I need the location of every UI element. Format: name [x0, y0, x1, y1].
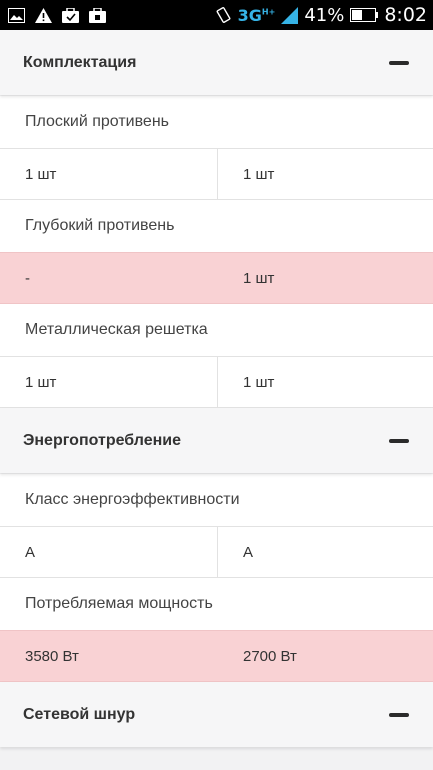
value-right: 1 шт [217, 149, 433, 199]
section-header-komplektaciya[interactable]: Комплектация [0, 30, 433, 95]
clock: 8:02 [384, 4, 427, 26]
battery-icon [350, 7, 379, 24]
section-header-energopotreblenie[interactable]: Энергопотребление [0, 408, 433, 473]
value-left: 1 шт [25, 165, 57, 183]
signal-icon [281, 6, 299, 24]
value-right: 2700 Вт [243, 647, 297, 665]
value-right: 1 шт [217, 357, 433, 407]
compare-row-different: - 1 шт [0, 252, 433, 304]
section-title: Сетевой шнур [23, 705, 136, 723]
battery-percent: 41% [304, 4, 345, 26]
compare-row: A A [0, 526, 433, 578]
collapse-icon[interactable] [389, 431, 409, 451]
warning-icon [35, 7, 52, 24]
param-label: Класс энергоэффективности [0, 474, 433, 526]
value-left: 3580 Вт [25, 647, 79, 665]
briefcase-icon [62, 7, 79, 24]
param-label: Металлическая решетка [0, 304, 433, 356]
param-label: Плоский противень [0, 96, 433, 148]
value-left: A [25, 543, 36, 561]
compare-row-different: 3580 Вт 2700 Вт [0, 630, 433, 682]
status-bar: 3GH+ 41% 8:02 [0, 0, 433, 30]
section-title: Энергопотребление [23, 431, 182, 449]
value-left: 1 шт [25, 373, 57, 391]
vibrate-icon [215, 7, 232, 24]
value-right: A [217, 527, 433, 577]
collapse-icon[interactable] [389, 53, 409, 73]
compare-row: 1 шт 1 шт [0, 148, 433, 200]
param-label: Потребляемая мощность [0, 578, 433, 630]
value-left: - [25, 269, 30, 287]
section-title: Комплектация [23, 53, 137, 71]
param-label: Глубокий противень [0, 200, 433, 252]
network-type: 3GH+ [237, 5, 276, 25]
compare-row: 1 шт 1 шт [0, 356, 433, 408]
collapse-icon[interactable] [389, 705, 409, 725]
section-header-setevoy-shnur[interactable]: Сетевой шнур [0, 682, 433, 747]
briefcase-icon [89, 7, 106, 24]
image-icon [8, 7, 25, 24]
value-right: 1 шт [243, 269, 275, 287]
